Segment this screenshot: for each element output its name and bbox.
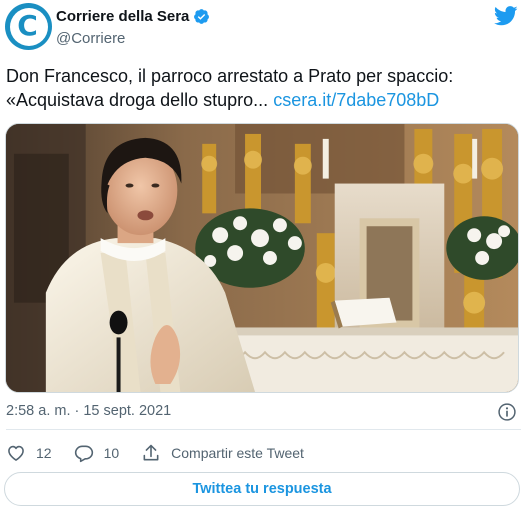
corriere-logo-icon: C [9, 7, 48, 46]
share-button[interactable]: Compartir este Tweet [141, 443, 304, 463]
tweet-text: Don Francesco, il parroco arrestato a Pr… [6, 64, 522, 112]
info-icon[interactable] [497, 402, 517, 422]
avatar[interactable]: C [5, 3, 52, 50]
priest-photo-image [6, 124, 518, 392]
tweet-link[interactable]: csera.it/7dabe708bD [273, 90, 439, 110]
reply-count: 10 [103, 445, 120, 461]
tweet-timestamp[interactable]: 2:58 a. m. · 15 sept. 2021 [6, 403, 171, 419]
reply-bubble-icon [74, 445, 93, 463]
author-name-row[interactable]: Corriere della Sera [56, 8, 210, 25]
tweet-your-reply-button[interactable]: Twittea tu respuesta [4, 472, 520, 506]
verified-badge-icon [194, 9, 210, 24]
share-label: Compartir este Tweet [171, 445, 304, 461]
author-handle[interactable]: @Corriere [56, 30, 125, 47]
heart-icon [8, 445, 24, 461]
reply-action-button[interactable]: 10 [74, 443, 120, 463]
twitter-bird-icon[interactable] [494, 6, 518, 26]
share-icon [143, 444, 159, 461]
like-count: 12 [36, 445, 52, 461]
tweet-text-line-2: «Acquistava droga dello stupro... csera.… [6, 88, 522, 112]
tweet-text-line-1: Don Francesco, il parroco arrestato a Pr… [6, 66, 454, 86]
tweet-text-line-2-content: «Acquistava droga dello stupro... [6, 90, 269, 110]
divider [6, 429, 521, 430]
author-name[interactable]: Corriere della Sera [56, 8, 189, 25]
tweet-photo[interactable] [5, 123, 519, 393]
like-button[interactable]: 12 [6, 443, 52, 463]
tweet-card: C Corriere della Sera @Corriere Don Fran… [0, 0, 527, 511]
tweet-actions: 12 10 Compartir este Tweet [6, 440, 304, 466]
